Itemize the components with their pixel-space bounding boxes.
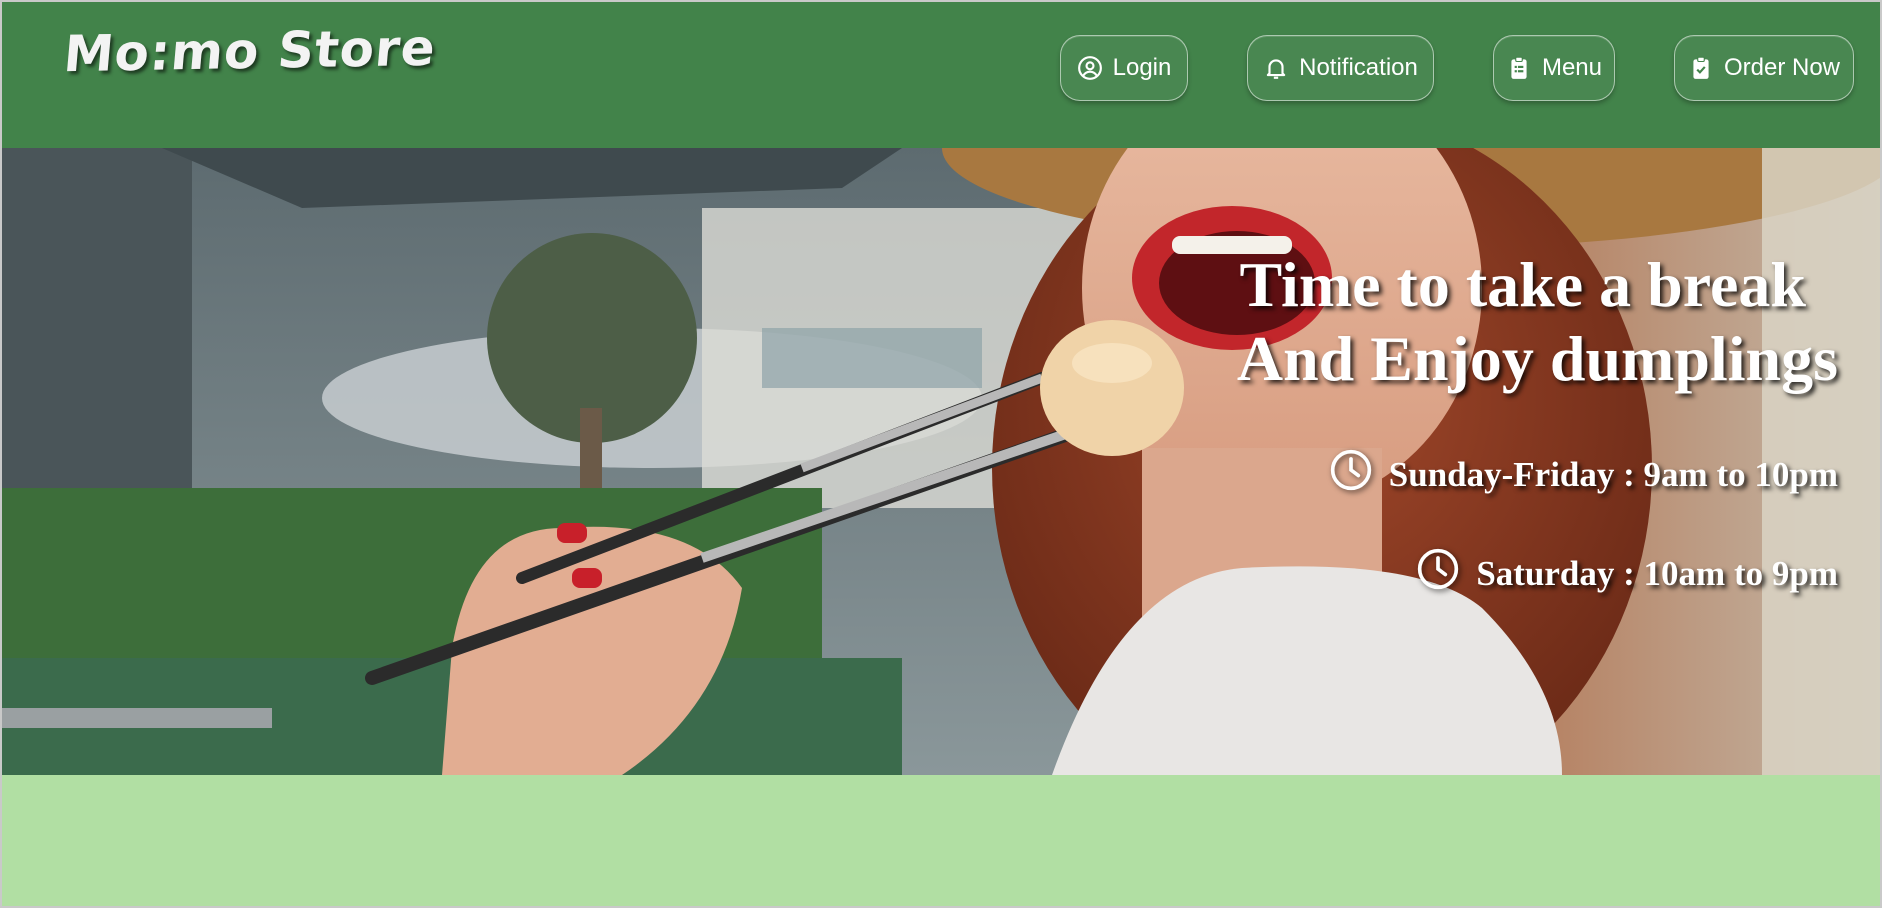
notification-label: Notification [1299, 54, 1418, 81]
menu-label: Menu [1541, 54, 1603, 81]
hours-saturday: Saturday : 10am to 9pm [1237, 547, 1838, 600]
site-logo[interactable]: Mo:mo Store [61, 19, 438, 84]
order-now-button[interactable]: Order Now [1674, 35, 1854, 101]
hours-weekday: Sunday-Friday : 9am to 10pm [1237, 448, 1838, 501]
headline-line-1: Time to take a break [1239, 249, 1807, 320]
clock-icon [1416, 547, 1460, 600]
clipboard-check-icon [1688, 55, 1714, 81]
clock-icon [1329, 448, 1373, 501]
menu-button[interactable]: Menu [1493, 35, 1615, 101]
login-button[interactable]: Login [1060, 35, 1188, 101]
content-band [2, 775, 1880, 906]
hero-banner: Time to take a break And Enjoy dumplings… [2, 148, 1880, 775]
clipboard-list-icon [1506, 55, 1532, 81]
order-now-label: Order Now [1723, 54, 1841, 81]
top-header: Mo:mo Store Login Notification Menu Orde… [2, 2, 1880, 148]
hero-text: Time to take a break And Enjoy dumplings… [1237, 248, 1838, 600]
user-circle-icon [1077, 55, 1103, 81]
hours-weekday-text: Sunday-Friday : 9am to 10pm [1388, 454, 1838, 494]
page-frame: Mo:mo Store Login Notification Menu Orde… [0, 0, 1882, 908]
bell-icon [1263, 55, 1289, 81]
notification-button[interactable]: Notification [1247, 35, 1434, 101]
hours-saturday-text: Saturday : 10am to 9pm [1476, 553, 1838, 593]
headline-line-2: And Enjoy dumplings [1236, 323, 1838, 394]
login-label: Login [1112, 54, 1172, 81]
